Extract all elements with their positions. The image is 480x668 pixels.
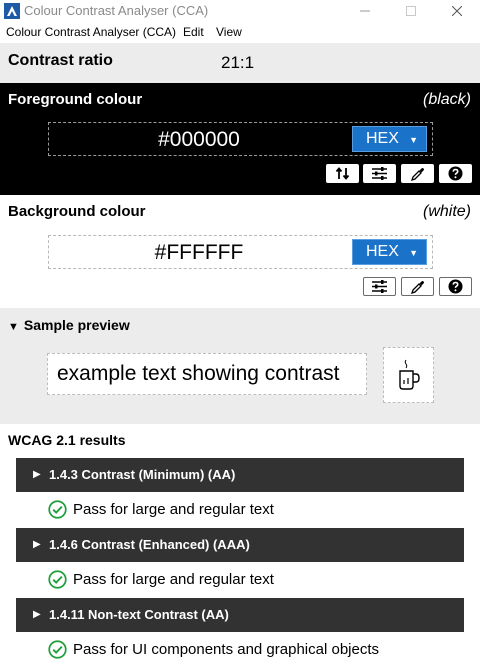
- contrast-ratio-value: 21:1: [221, 53, 255, 72]
- foreground-colour-name: (black): [422, 91, 471, 108]
- swap-arrows-icon: [335, 167, 349, 180]
- foreground-help-button[interactable]: [439, 164, 472, 183]
- sample-text-box: example text showing contrast: [47, 353, 367, 395]
- menu-item-edit[interactable]: Edit: [183, 25, 204, 39]
- background-help-button[interactable]: [439, 277, 472, 296]
- background-hex-value[interactable]: #FFFFFF: [49, 241, 349, 265]
- foreground-title: Foreground colour: [8, 91, 143, 108]
- title-bar: Colour Contrast Analyser (CCA): [0, 0, 480, 22]
- close-button[interactable]: [434, 0, 480, 22]
- menu-bar: Colour Contrast Analyser (CCA) Edit View: [0, 22, 480, 43]
- background-title: Background colour: [8, 203, 146, 220]
- chevron-down-icon: ▼: [409, 135, 418, 145]
- background-section: Background colour (white) #FFFFFF HEX ▼: [0, 195, 480, 308]
- eyedropper-icon: [410, 280, 424, 294]
- collapsed-triangle-icon: ▶: [33, 609, 41, 620]
- menu-item-app[interactable]: Colour Contrast Analyser (CCA): [6, 25, 176, 39]
- contrast-ratio-label: Contrast ratio: [8, 52, 113, 69]
- foreground-hex-field[interactable]: #000000 HEX ▼: [48, 122, 433, 156]
- criterion-label: 1.4.3 Contrast (Minimum) (AA): [49, 467, 236, 482]
- criterion-label: 1.4.11 Non-text Contrast (AA): [49, 607, 229, 622]
- foreground-eyedropper-button[interactable]: [401, 164, 434, 183]
- maximize-button[interactable]: [388, 0, 434, 22]
- background-sliders-button[interactable]: [363, 277, 396, 296]
- help-icon: [448, 166, 463, 181]
- criterion-label: 1.4.6 Contrast (Enhanced) (AAA): [49, 537, 250, 552]
- wcag-results-title: WCAG 2.1 results: [8, 432, 126, 448]
- foreground-sliders-button[interactable]: [363, 164, 396, 183]
- collapsed-triangle-icon: ▶: [33, 469, 41, 480]
- check-circle-icon: [48, 500, 67, 519]
- result-bar-1-4-3[interactable]: ▶ 1.4.3 Contrast (Minimum) (AA): [16, 458, 464, 492]
- foreground-section: Foreground colour (black) #000000 HEX ▼: [0, 83, 480, 195]
- collapsed-triangle-icon: ▶: [33, 539, 41, 550]
- expanded-triangle-icon: ▼: [8, 321, 19, 333]
- sample-mug-preview: [383, 347, 434, 403]
- result-text: Pass for large and regular text: [73, 501, 274, 518]
- result-bar-1-4-11[interactable]: ▶ 1.4.11 Non-text Contrast (AA): [16, 598, 464, 632]
- window-title: Colour Contrast Analyser (CCA): [24, 3, 209, 18]
- result-line-1-4-3: Pass for large and regular text: [48, 500, 274, 519]
- result-text: Pass for UI components and graphical obj…: [73, 641, 379, 658]
- help-icon: [448, 279, 463, 294]
- minimize-button[interactable]: [342, 0, 388, 22]
- eyedropper-icon: [410, 167, 424, 181]
- background-hex-field[interactable]: #FFFFFF HEX ▼: [48, 235, 433, 269]
- background-colour-name: (white): [422, 203, 471, 220]
- app-logo-icon: [4, 3, 20, 19]
- result-bar-1-4-6[interactable]: ▶ 1.4.6 Contrast (Enhanced) (AAA): [16, 528, 464, 562]
- check-circle-icon: [48, 640, 67, 659]
- background-format-select[interactable]: HEX ▼: [352, 239, 427, 265]
- result-text: Pass for large and regular text: [73, 571, 274, 588]
- result-line-1-4-6: Pass for large and regular text: [48, 570, 274, 589]
- swap-colours-button[interactable]: [326, 164, 359, 183]
- menu-item-view[interactable]: View: [216, 25, 242, 39]
- sample-preview-title: Sample preview: [23, 317, 130, 333]
- sliders-icon: [372, 280, 387, 293]
- chevron-down-icon: ▼: [409, 248, 418, 258]
- mug-icon: [398, 359, 420, 390]
- sample-preview-toggle[interactable]: ▼ Sample preview: [8, 317, 130, 333]
- result-line-1-4-11: Pass for UI components and graphical obj…: [48, 640, 379, 659]
- background-eyedropper-button[interactable]: [401, 277, 434, 296]
- sample-preview-section: ▼ Sample preview example text showing con…: [0, 308, 480, 424]
- foreground-format-label: HEX: [366, 130, 399, 147]
- sliders-icon: [372, 167, 387, 180]
- foreground-format-select[interactable]: HEX ▼: [352, 126, 427, 152]
- background-format-label: HEX: [366, 243, 399, 260]
- foreground-hex-value[interactable]: #000000: [49, 128, 349, 152]
- check-circle-icon: [48, 570, 67, 589]
- contrast-ratio-row: Contrast ratio 21:1: [0, 43, 480, 83]
